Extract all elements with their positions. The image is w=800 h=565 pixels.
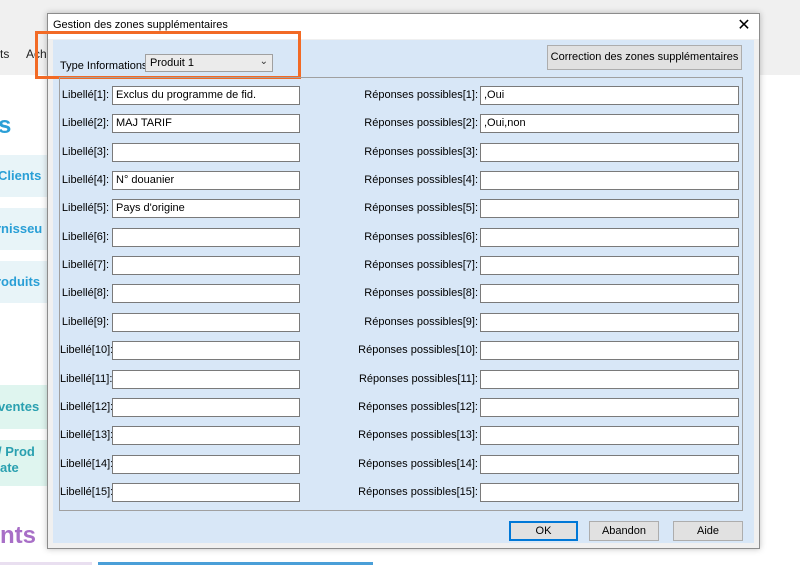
reponses-label: Réponses possibles[8]: <box>364 287 478 299</box>
reponses-label: Réponses possibles[15]: <box>358 486 478 498</box>
dialog-body: Type Informations: Produit 1 ⌄ Correctio… <box>35 31 754 543</box>
libelle-label: Libellé[12]: <box>60 401 114 413</box>
reponses-input[interactable] <box>480 199 739 218</box>
reponses-label: Réponses possibles[1]: <box>364 89 478 101</box>
reponses-input[interactable] <box>480 341 739 360</box>
reponses-label: Réponses possibles[3]: <box>364 146 478 158</box>
libelle-label: Libellé[8]: <box>61 287 109 299</box>
libelle-label: Libellé[14]: <box>60 458 114 470</box>
reponses-input[interactable] <box>480 426 739 445</box>
tile-ventes[interactable]: ventes <box>0 385 48 429</box>
reponses-label: Réponses possibles[9]: <box>364 316 478 328</box>
tile-produits[interactable]: roduits <box>0 261 48 303</box>
libelle-label: Libellé[13]: <box>60 429 114 441</box>
libelle-input[interactable] <box>112 341 300 360</box>
abandon-button[interactable]: Abandon <box>589 521 659 541</box>
fields-panel: Libellé[1]: Exclus du programme de fid. Ré… <box>59 77 743 511</box>
reponses-label: Réponses possibles[13]: <box>358 429 478 441</box>
libelle-input[interactable] <box>112 256 300 275</box>
reponses-label: Réponses possibles[12]: <box>358 401 478 413</box>
libelle-input[interactable] <box>112 370 300 389</box>
libelle-label: Libellé[10]: <box>60 344 114 356</box>
reponses-label: Réponses possibles[2]: <box>364 117 478 129</box>
libelle-input[interactable] <box>112 426 300 445</box>
reponses-input[interactable] <box>480 143 739 162</box>
reponses-input[interactable] <box>480 398 739 417</box>
reponses-input[interactable] <box>480 313 739 332</box>
reponses-label: Réponses possibles[6]: <box>364 231 478 243</box>
ok-button[interactable]: OK <box>509 521 578 541</box>
correction-zones-button[interactable]: Correction des zones supplémentaires <box>547 45 742 70</box>
libelle-input[interactable]: Pays d'origine <box>112 199 300 218</box>
libelle-input[interactable] <box>112 143 300 162</box>
libelle-label: Libellé[2]: <box>61 117 109 129</box>
reponses-input[interactable]: ,Oui <box>480 86 739 105</box>
highlight-annotation <box>35 31 301 79</box>
reponses-input[interactable] <box>480 455 739 474</box>
libelle-input[interactable] <box>112 284 300 303</box>
close-button[interactable]: ✕ <box>729 14 759 39</box>
libelle-label: Libellé[5]: <box>61 202 109 214</box>
libelle-label: Libellé[7]: <box>61 259 109 271</box>
section-title-fragment: s <box>0 112 12 139</box>
libelle-input[interactable] <box>112 455 300 474</box>
libelle-input[interactable] <box>112 228 300 247</box>
reponses-input[interactable] <box>480 228 739 247</box>
libelle-input[interactable] <box>112 398 300 417</box>
reponses-label: Réponses possibles[5]: <box>364 202 478 214</box>
reponses-input[interactable] <box>480 370 739 389</box>
libelle-input[interactable] <box>112 313 300 332</box>
section-title-purple-fragment: nts <box>0 522 36 549</box>
aide-button[interactable]: Aide <box>673 521 743 541</box>
reponses-label: Réponses possibles[7]: <box>364 259 478 271</box>
menu-item-ts[interactable]: ts <box>0 47 9 61</box>
reponses-input[interactable] <box>480 483 739 502</box>
libelle-label: Libellé[4]: <box>61 174 109 186</box>
dialog-title: Gestion des zones supplémentaires <box>53 19 228 31</box>
reponses-input[interactable]: ,Oui,non <box>480 114 739 133</box>
zones-dialog: Gestion des zones supplémentaires ✕ Type… <box>35 13 760 549</box>
reponses-label: Réponses possibles[14]: <box>358 458 478 470</box>
libelle-label: Libellé[6]: <box>61 231 109 243</box>
tile-clients[interactable]: Clients <box>0 155 48 197</box>
libelle-input[interactable]: Exclus du programme de fid. <box>112 86 300 105</box>
tile-fournisseurs[interactable]: rnisseu <box>0 208 48 250</box>
reponses-label: Réponses possibles[4]: <box>364 174 478 186</box>
reponses-label: Réponses possibles[10]: <box>358 344 478 356</box>
libelle-input[interactable]: N° douanier <box>112 171 300 190</box>
libelle-input[interactable]: MAJ TARIF <box>112 114 300 133</box>
reponses-label: Réponses possibles[11]: <box>358 373 478 385</box>
reponses-input[interactable] <box>480 284 739 303</box>
libelle-label: Libellé[1]: <box>61 89 109 101</box>
libelle-label: Libellé[15]: <box>60 486 114 498</box>
libelle-label: Libellé[3]: <box>61 146 109 158</box>
libelle-label: Libellé[9]: <box>61 316 109 328</box>
close-icon: ✕ <box>737 17 751 34</box>
tile-prod[interactable]: / Prod ate <box>0 440 48 486</box>
reponses-input[interactable] <box>480 256 739 275</box>
libelle-label: Libellé[11]: <box>60 373 113 385</box>
libelle-input[interactable] <box>112 483 300 502</box>
reponses-input[interactable] <box>480 171 739 190</box>
